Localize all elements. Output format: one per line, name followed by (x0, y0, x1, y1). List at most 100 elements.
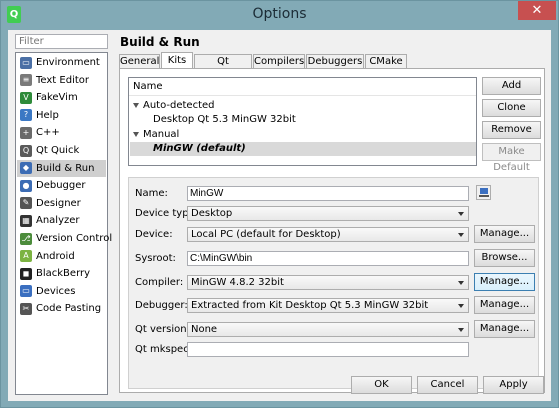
clone-button[interactable]: Clone (482, 99, 541, 117)
sidebar-item-text-editor[interactable]: ≡ Text Editor (17, 72, 106, 89)
dialog-body: ▭ Environment ≡ Text Editor V FakeVim? Help + C+… (8, 30, 551, 401)
name-field[interactable] (187, 186, 469, 201)
sysroot-label: Sysroot: (135, 253, 176, 264)
chevron-down-icon (458, 212, 464, 216)
tab-cmake[interactable]: CMake (365, 54, 407, 69)
sidebar-item-blackberry[interactable]: ◼ BlackBerry (17, 265, 106, 282)
chevron-down-icon (458, 233, 464, 237)
sidebar-item-environment[interactable]: ▭ Environment (17, 54, 106, 71)
sidebar-item-version-control[interactable]: ⎇ Version Control (17, 230, 112, 247)
kit-desktop-qt[interactable]: Desktop Qt 5.3 MinGW 32bit (153, 113, 296, 127)
monitor-icon: ▭ (20, 56, 32, 69)
compiler-label: Compiler: (135, 277, 184, 288)
sidebar-item-label: Text Editor (36, 74, 89, 86)
sidebar-item-android[interactable]: A Android (17, 248, 106, 265)
android-icon: A (20, 250, 32, 263)
sidebar-item-devices[interactable]: ▭ Devices (17, 283, 106, 300)
sidebar-item-help[interactable]: ? Help (17, 107, 106, 124)
tree-header-name: Name (129, 78, 476, 96)
device-label: Device: (135, 229, 173, 240)
sidebar-item-qt-quick[interactable]: Q Qt Quick (17, 142, 106, 159)
code-pasting-icon: ✂ (20, 302, 32, 315)
add-button[interactable]: Add (482, 77, 541, 95)
tab-compilers[interactable]: Compilers (253, 54, 305, 69)
sidebar-item-analyzer[interactable]: ▦ Analyzer (17, 212, 106, 229)
close-button[interactable]: ✕ (518, 1, 556, 20)
debugger-icon: ● (20, 179, 32, 192)
group-label: Manual (143, 129, 180, 140)
debugger-value: Extracted from Kit Desktop Qt 5.3 MinGW … (191, 300, 429, 311)
chevron-down-icon (458, 304, 464, 308)
sidebar-item-label: Designer (36, 197, 81, 209)
qt-mkspec-field[interactable] (187, 342, 469, 357)
qt-quick-icon: Q (20, 144, 32, 157)
cancel-button[interactable]: Cancel (417, 376, 478, 394)
sidebar-item-label: Android (36, 250, 75, 262)
make-default-button[interactable]: Make Default (482, 143, 541, 173)
sidebar-item-label: FakeVim (36, 92, 78, 104)
text-editor-icon: ≡ (20, 74, 32, 87)
sysroot-field[interactable] (187, 251, 469, 266)
debugger-label: Debugger: (135, 300, 188, 311)
sidebar-item-label: Build & Run (36, 162, 95, 174)
expand-arrow-icon (133, 131, 139, 137)
qt-version-manage-button[interactable]: Manage... (474, 320, 535, 338)
sidebar-item-fakevim[interactable]: V FakeVim (17, 89, 106, 106)
device-select[interactable]: Local PC (default for Desktop) (187, 227, 469, 242)
sidebar-item-label: BlackBerry (36, 268, 91, 280)
help-icon: ? (20, 109, 32, 122)
debugger-select[interactable]: Extracted from Kit Desktop Qt 5.3 MinGW … (187, 298, 469, 313)
blackberry-icon: ◼ (20, 267, 32, 280)
qt-version-select[interactable]: None (187, 322, 469, 337)
compiler-select[interactable]: MinGW 4.8.2 32bit (187, 275, 469, 290)
version-control-icon: ⎇ (20, 232, 32, 245)
device-type-select[interactable]: Desktop (187, 206, 469, 221)
kit-label: MinGW (default) (153, 143, 246, 154)
tree-group-manual[interactable]: Manual (133, 128, 179, 142)
kit-mingw-default[interactable]: MinGW (default) (130, 142, 476, 156)
page-title: Build & Run (120, 35, 200, 49)
chevron-down-icon (458, 281, 464, 285)
title-bar[interactable]: Q Options ✕ (1, 1, 558, 30)
tab-qt-versions[interactable]: Qt Versions (194, 54, 252, 80)
compiler-value: MinGW 4.8.2 32bit (191, 277, 284, 288)
filter-input[interactable] (15, 34, 108, 49)
build-run-icon: ◆ (20, 162, 32, 175)
compiler-manage-button[interactable]: Manage... (474, 273, 535, 291)
qt-version-value: None (191, 324, 218, 335)
device-manage-button[interactable]: Manage... (474, 225, 535, 243)
sidebar-item-label: C++ (36, 127, 60, 139)
tab-debuggers[interactable]: Debuggers (306, 54, 364, 69)
device-type-value: Desktop (191, 208, 233, 219)
ok-button[interactable]: OK (351, 376, 412, 394)
window-title: Options (252, 6, 307, 22)
debugger-manage-button[interactable]: Manage... (474, 296, 535, 314)
apply-button[interactable]: Apply (483, 376, 544, 394)
sidebar-item-label: Analyzer (36, 215, 80, 227)
expand-arrow-icon (133, 102, 139, 108)
sysroot-browse-button[interactable]: Browse... (474, 249, 535, 267)
device-image-icon[interactable] (476, 185, 491, 200)
qt-mkspec-label: Qt mkspec: (135, 344, 193, 355)
sidebar-item-designer[interactable]: ✎ Designer (17, 195, 106, 212)
kit-details: Name: Device type: Desktop Device: Local… (128, 177, 539, 389)
fakevim-icon: V (20, 91, 32, 104)
kits-tree[interactable]: Name Auto-detected Desktop Qt 5.3 MinGW … (128, 77, 477, 166)
sidebar-item-debugger[interactable]: ● Debugger (17, 177, 106, 194)
device-value: Local PC (default for Desktop) (191, 229, 341, 240)
sidebar-item-code-pasting[interactable]: ✂ Code Pasting (17, 300, 106, 317)
devices-icon: ▭ (20, 285, 32, 298)
tree-group-auto-detected[interactable]: Auto-detected (133, 99, 215, 113)
chevron-down-icon (458, 328, 464, 332)
sidebar-item-label: Help (36, 109, 59, 121)
sidebar-item-build-run[interactable]: ◆ Build & Run (17, 159, 106, 177)
sidebar-item-label: Debugger (36, 180, 86, 192)
remove-button[interactable]: Remove (482, 121, 541, 139)
qt-version-label: Qt version: (135, 324, 190, 335)
sidebar-item-c[interactable]: + C++ (17, 124, 106, 141)
tab-general[interactable]: General (119, 54, 160, 69)
analyzer-icon: ▦ (20, 214, 32, 227)
category-list: ▭ Environment ≡ Text Editor V FakeVim? Help + C+… (15, 52, 112, 395)
name-label: Name: (135, 188, 168, 199)
cpp-icon: + (20, 126, 32, 139)
